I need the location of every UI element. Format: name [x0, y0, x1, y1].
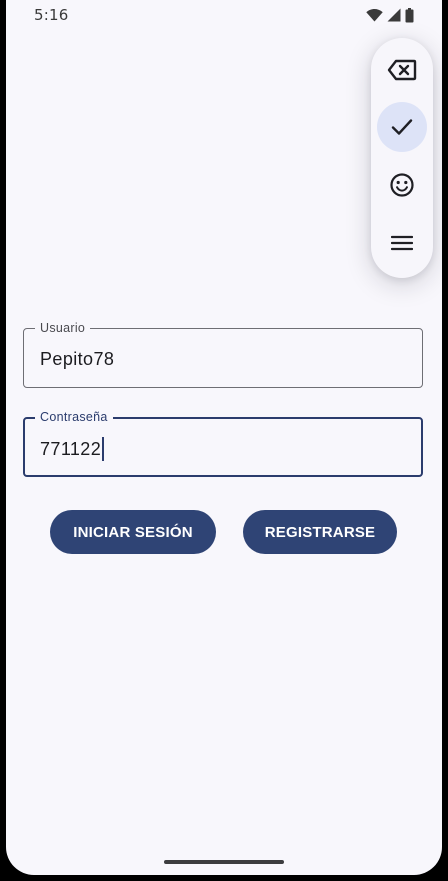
backspace-icon	[387, 59, 417, 81]
status-time: 5:16	[34, 6, 69, 24]
password-label: Contraseña	[35, 409, 113, 425]
emoji-button[interactable]	[377, 160, 427, 210]
status-bar: 5:16	[6, 0, 442, 30]
password-value: 771122	[40, 439, 102, 459]
app-screen: 5:16 Usuario Pepito78 Contraseña 771122 …	[6, 0, 442, 875]
confirm-button[interactable]	[377, 102, 427, 152]
password-value-container: 771122	[40, 437, 105, 461]
emoji-icon	[389, 172, 415, 198]
register-button[interactable]: REGISTRARSE	[243, 510, 397, 554]
username-label: Usuario	[35, 320, 91, 336]
username-value-container: Pepito78	[40, 348, 114, 370]
wifi-icon	[366, 8, 383, 22]
backspace-button[interactable]	[377, 45, 427, 95]
battery-icon	[405, 7, 414, 23]
username-value: Pepito78	[40, 349, 115, 369]
status-icons	[366, 7, 414, 23]
menu-icon	[391, 234, 413, 252]
text-caret	[102, 437, 105, 461]
device-frame: 5:16 Usuario Pepito78 Contraseña 771122 …	[0, 0, 448, 881]
gesture-nav-handle[interactable]	[164, 860, 284, 864]
username-field[interactable]: Usuario Pepito78	[23, 320, 423, 388]
password-field[interactable]: Contraseña 771122	[23, 409, 423, 477]
more-options-button[interactable]	[377, 218, 427, 268]
check-icon	[391, 118, 413, 136]
cell-signal-icon	[387, 8, 401, 22]
floating-keyboard-toolbar	[371, 38, 433, 278]
login-button[interactable]: INICIAR SESIÓN	[50, 510, 216, 554]
